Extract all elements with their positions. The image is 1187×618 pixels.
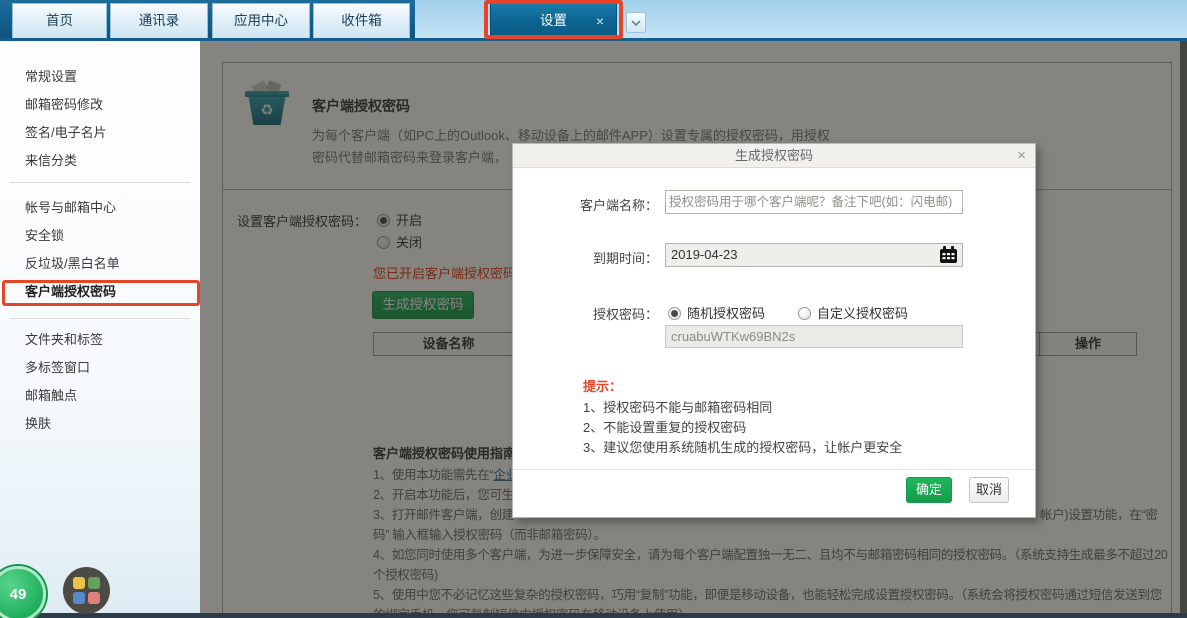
sidebar-item-multi-tab[interactable]: 多标签窗口 <box>0 354 200 382</box>
sidebar-item-mail-classification[interactable]: 来信分类 <box>0 147 200 175</box>
tab-inbox[interactable]: 收件箱 <box>313 3 410 38</box>
auth-password-label: 授权密码： <box>592 307 658 322</box>
bottom-edge-strip <box>0 613 1187 618</box>
tab-settings-label: 设置 <box>540 13 567 28</box>
tab-settings[interactable]: 设置 × <box>490 3 617 38</box>
tab-contacts[interactable]: 通讯录 <box>110 3 208 38</box>
calendar-icon[interactable] <box>939 246 958 271</box>
expire-date-field[interactable]: 2019-04-23 <box>665 243 963 267</box>
radio-random-password[interactable]: 随机授权密码 <box>668 303 765 322</box>
app-window: 首页 通讯录 应用中心 收件箱 设置 × 常规设置 邮箱密码修改 签名/电子名片… <box>0 0 1187 618</box>
generate-password-dialog: 生成授权密码 × 客户端名称： 到期时间： 2019-04-23 授权密码： 随… <box>512 143 1036 518</box>
sidebar-item-folders-labels[interactable]: 文件夹和标签 <box>0 326 200 354</box>
app-grid-icon <box>73 577 100 604</box>
sidebar-item-antispam-lists[interactable]: 反垃圾/黑白名单 <box>0 250 200 278</box>
dialog-footer-divider <box>513 469 1035 470</box>
sidebar-item-mail-touchpoint[interactable]: 邮箱触点 <box>0 382 200 410</box>
sidebar-divider <box>10 182 190 183</box>
radio-custom-control[interactable] <box>798 307 811 320</box>
tab-dropdown-button[interactable] <box>626 12 646 33</box>
sidebar-item-password-change[interactable]: 邮箱密码修改 <box>0 91 200 119</box>
generated-password-field: cruabuWTKw69BN2s <box>665 325 963 348</box>
tip-line-1: 1、授权密码不能与邮箱密码相同 <box>583 400 773 415</box>
tab-home[interactable]: 首页 <box>12 3 107 38</box>
sidebar-divider <box>10 318 190 319</box>
top-tab-bar: 首页 通讯录 应用中心 收件箱 设置 × <box>0 0 1187 41</box>
client-name-label: 客户端名称： <box>579 198 658 213</box>
sidebar-item-skin[interactable]: 换肤 <box>0 410 200 438</box>
sidebar-item-signature-card[interactable]: 签名/电子名片 <box>0 119 200 147</box>
sidebar-item-account-center[interactable]: 帐号与邮箱中心 <box>0 194 200 222</box>
right-edge-strip <box>1180 41 1187 613</box>
settings-sidebar: 常规设置 邮箱密码修改 签名/电子名片 来信分类 帐号与邮箱中心 安全锁 反垃圾… <box>0 41 200 618</box>
dialog-close-icon[interactable]: × <box>1017 144 1026 168</box>
chevron-down-icon <box>631 19 641 26</box>
expire-date-value: 2019-04-23 <box>671 247 738 262</box>
radio-custom-password[interactable]: 自定义授权密码 <box>798 303 908 322</box>
client-name-input[interactable] <box>665 190 963 214</box>
app-grid-widget[interactable] <box>63 567 110 614</box>
tab-close-icon[interactable]: × <box>596 4 604 39</box>
unread-count: 49 <box>9 585 27 603</box>
sidebar-item-client-auth-password[interactable]: 客户端授权密码 <box>0 278 200 306</box>
dialog-title: 生成授权密码 <box>513 144 1035 168</box>
sidebar-item-security-lock[interactable]: 安全锁 <box>0 222 200 250</box>
cancel-button[interactable]: 取消 <box>969 477 1009 503</box>
tips-title: 提示： <box>583 379 623 394</box>
tab-app-center[interactable]: 应用中心 <box>212 3 310 38</box>
expire-date-label: 到期时间： <box>592 251 658 266</box>
sidebar-item-general-settings[interactable]: 常规设置 <box>0 63 200 91</box>
tip-line-3: 3、建议您使用系统随机生成的授权密码，让帐户更安全 <box>583 440 903 455</box>
confirm-button[interactable]: 确定 <box>906 477 952 503</box>
radio-random-control[interactable] <box>668 307 681 320</box>
tip-line-2: 2、不能设置重复的授权密码 <box>583 420 747 435</box>
